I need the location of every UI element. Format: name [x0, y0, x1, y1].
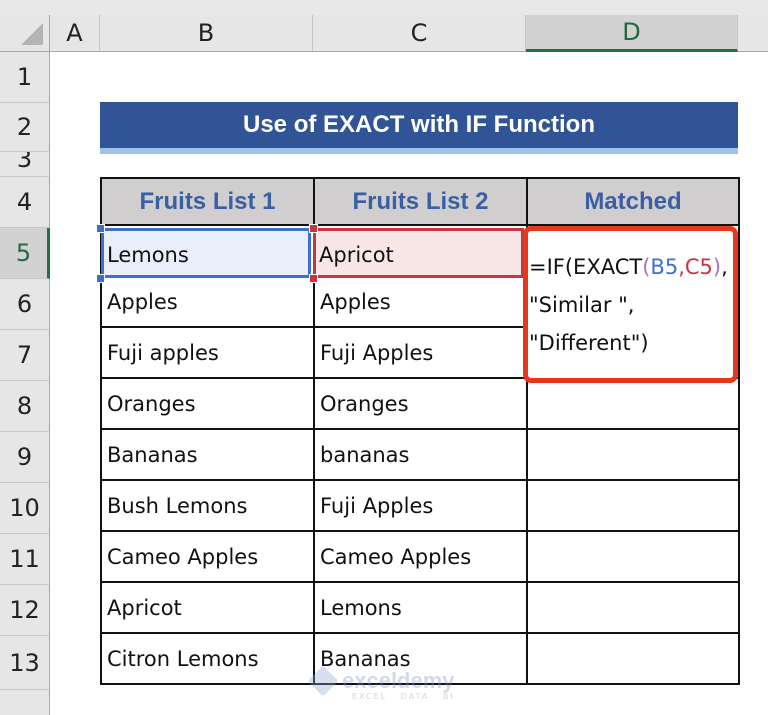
cell-d13[interactable] [526, 632, 740, 685]
cell-b11[interactable]: Cameo Apples [100, 530, 315, 583]
row-header-13[interactable]: 13 [0, 636, 50, 690]
table-header-row: Fruits List 1 Fruits List 2 Matched [100, 177, 740, 226]
select-all-button[interactable] [0, 15, 50, 52]
header-fruits-list-2[interactable]: Fruits List 2 [313, 177, 528, 226]
cell-c9[interactable]: bananas [313, 428, 528, 481]
column-header-next[interactable] [738, 15, 768, 52]
row-header-7[interactable]: 7 [0, 330, 50, 381]
formula-close-paren: ) [712, 255, 722, 279]
row-header-2[interactable]: 2 [0, 103, 50, 152]
cell-c8[interactable]: Oranges [313, 377, 528, 430]
row-header-8[interactable]: 8 [0, 381, 50, 432]
watermark-name: exceldemy [342, 668, 455, 693]
row-header-12[interactable]: 12 [0, 585, 50, 636]
row-header-filler [0, 690, 50, 715]
cell-b5-value[interactable]: Lemons [107, 243, 189, 267]
cell-c10[interactable]: Fuji Apples [313, 479, 528, 532]
table-row: Oranges Oranges [100, 377, 740, 430]
cell-b7[interactable]: Fuji apples [100, 326, 315, 379]
row-header-11[interactable]: 11 [0, 534, 50, 585]
formula-line-similar: "Similar ", [529, 293, 635, 317]
column-header-b[interactable]: B [100, 15, 313, 52]
cell-d10[interactable] [526, 479, 740, 532]
exceldemy-logo-icon [307, 665, 339, 697]
formula-line-different: "Different") [529, 331, 649, 355]
row-header-5[interactable]: 5 [0, 228, 50, 279]
resize-handle-icon[interactable] [96, 274, 105, 283]
column-header-c[interactable]: C [313, 15, 526, 52]
cell-d12[interactable] [526, 581, 740, 634]
toolbar-strip [0, 0, 768, 15]
cell-c5-value[interactable]: Apricot [319, 243, 394, 267]
watermark: exceldemy EXCEL · DATA · BI [307, 665, 455, 701]
row-header-3[interactable]: 3 [0, 152, 50, 177]
cell-b6[interactable]: Apples [100, 275, 315, 328]
resize-handle-icon[interactable] [96, 224, 105, 233]
table-row: Bush Lemons Fuji Apples [100, 479, 740, 532]
header-fruits-list-1[interactable]: Fruits List 1 [100, 177, 315, 226]
cell-d8[interactable] [526, 377, 740, 430]
cell-c7[interactable]: Fuji Apples [313, 326, 528, 379]
cell-c6[interactable]: Apples [313, 275, 528, 328]
row-header-4[interactable]: 4 [0, 177, 50, 228]
formula-comma: , [678, 255, 685, 279]
row-header-10[interactable]: 10 [0, 483, 50, 534]
select-all-triangle-icon [21, 23, 43, 45]
cell-b8[interactable]: Oranges [100, 377, 315, 430]
resize-handle-icon[interactable] [309, 224, 318, 233]
table-row: Bananas bananas [100, 428, 740, 481]
watermark-tagline: EXCEL · DATA · BI [352, 692, 455, 701]
row-header-9[interactable]: 9 [0, 432, 50, 483]
row-header-6[interactable]: 6 [0, 279, 50, 330]
cell-c12[interactable]: Lemons [313, 581, 528, 634]
resize-handle-icon[interactable] [309, 274, 318, 283]
formula-trail: , [721, 255, 728, 279]
sheet-title[interactable]: Use of EXACT with IF Function [100, 102, 738, 154]
column-header-d[interactable]: D [526, 15, 738, 52]
row-header-1[interactable]: 1 [0, 52, 50, 103]
formula-text[interactable]: =IF(EXACT(B5,C5), "Similar ", "Different… [529, 248, 728, 362]
cell-b10[interactable]: Bush Lemons [100, 479, 315, 532]
formula-prefix: =IF(EXACT [529, 255, 643, 279]
column-header-a[interactable]: A [50, 15, 100, 52]
table-row: Apricot Lemons [100, 581, 740, 634]
cell-d9[interactable] [526, 428, 740, 481]
formula-ref-b5: B5 [650, 255, 679, 279]
cell-c11[interactable]: Cameo Apples [313, 530, 528, 583]
cell-b13[interactable]: Citron Lemons [100, 632, 315, 685]
formula-ref-c5: C5 [684, 255, 713, 279]
cell-b12[interactable]: Apricot [100, 581, 315, 634]
cell-b9[interactable]: Bananas [100, 428, 315, 481]
header-matched[interactable]: Matched [526, 177, 740, 226]
cell-d11[interactable] [526, 530, 740, 583]
table-row: Cameo Apples Cameo Apples [100, 530, 740, 583]
